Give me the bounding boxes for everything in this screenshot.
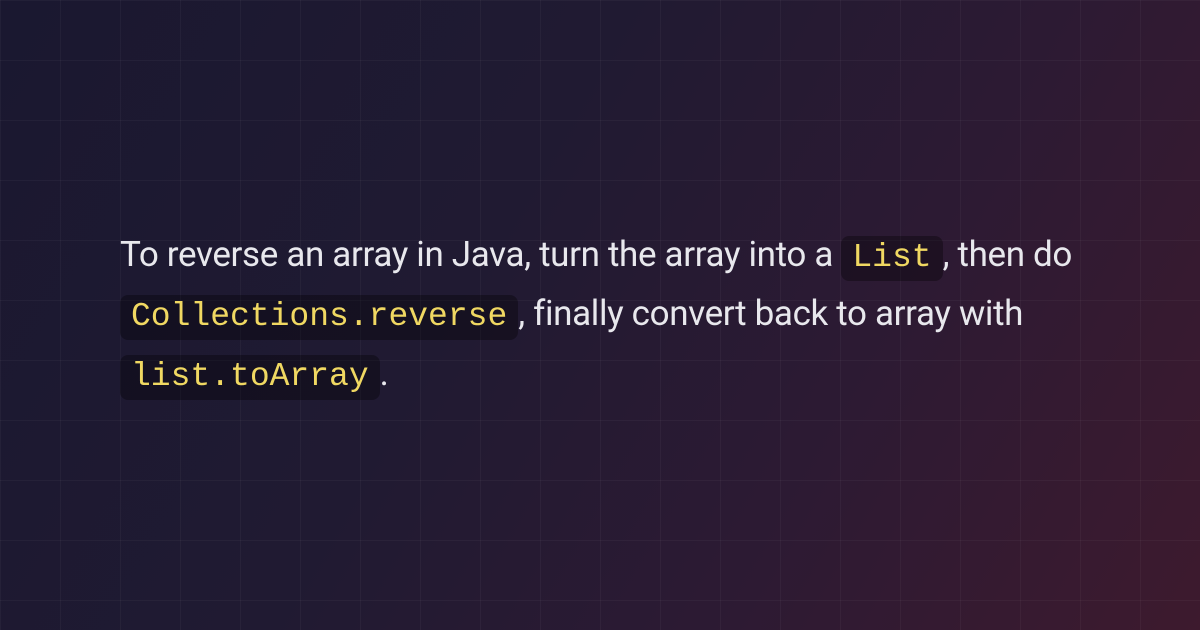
text-segment: . <box>380 353 389 394</box>
instruction-paragraph: To reverse an array in Java, turn the ar… <box>120 226 1080 404</box>
code-list-toarray: list.toArray <box>120 355 380 400</box>
text-segment: To reverse an array in Java, turn the ar… <box>120 234 841 275</box>
text-segment: , finally convert back to array with <box>518 293 1023 334</box>
content-wrapper: To reverse an array in Java, turn the ar… <box>0 0 1200 630</box>
text-segment: , then do <box>943 234 1072 275</box>
code-collections-reverse: Collections.reverse <box>120 295 518 340</box>
code-list: List <box>841 236 942 281</box>
